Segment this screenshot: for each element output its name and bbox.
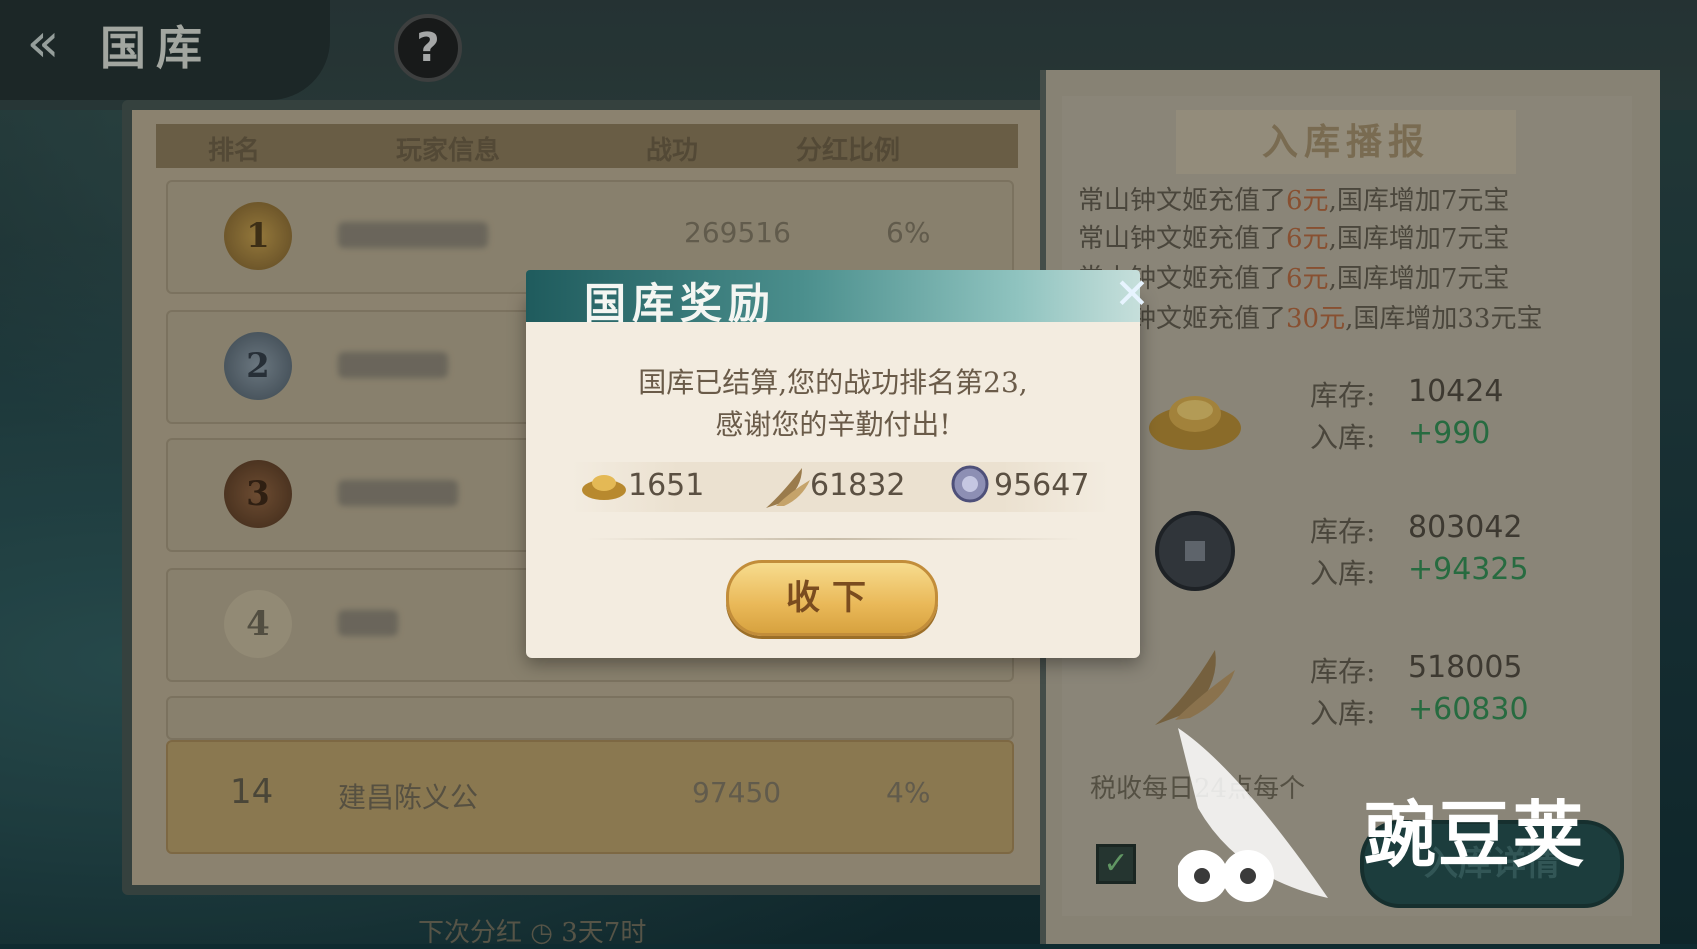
- watermark-text: 豌豆荚: [1364, 793, 1587, 877]
- modal-title: 国库奖励: [584, 279, 777, 328]
- modal-message: 国库已结算,您的战功排名第23, 感谢您的辛勤付出!: [638, 366, 1028, 441]
- silver-coin-icon: [951, 465, 989, 503]
- grain-icon: [766, 468, 810, 508]
- reward-gold: 1651: [628, 468, 705, 503]
- modal-divider: [586, 538, 1080, 540]
- gold-ingot-icon: [582, 475, 626, 500]
- collect-button[interactable]: 收下: [726, 560, 938, 636]
- reward-silver: 95647: [994, 468, 1090, 503]
- close-icon[interactable]: ✕: [1110, 272, 1154, 316]
- reward-grain: 61832: [810, 468, 906, 503]
